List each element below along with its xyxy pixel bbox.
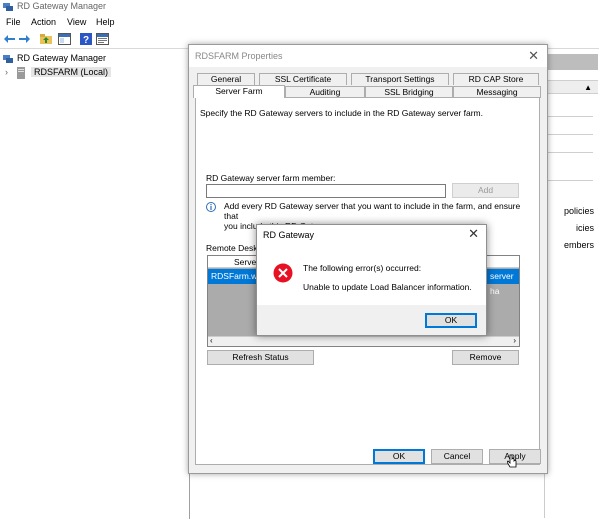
forward-arrow-icon[interactable] (18, 33, 30, 47)
actions-divider (547, 180, 593, 181)
actions-divider (547, 116, 593, 117)
remove-button[interactable]: Remove (452, 350, 519, 365)
folder-up-icon[interactable] (40, 33, 53, 47)
tree-root-label: RD Gateway Manager (17, 53, 107, 63)
scroll-right-icon[interactable]: › (513, 336, 516, 345)
error-dialog: RD Gateway ✕ The following error(s) occu… (256, 224, 487, 336)
row-status: server ha (490, 271, 514, 296)
menu-bar: File Action View Help (0, 15, 599, 30)
actions-item-policies[interactable]: policies (564, 206, 594, 216)
cancel-button[interactable]: Cancel (431, 449, 483, 464)
menu-view[interactable]: View (67, 17, 86, 27)
tab-server-farm[interactable]: Server Farm (193, 85, 285, 98)
window-title: RD Gateway Manager (17, 1, 107, 11)
refresh-status-button[interactable]: Refresh Status (207, 350, 314, 365)
tab-ssl-certificate[interactable]: SSL Certificate (259, 73, 347, 85)
actions-divider (547, 134, 593, 135)
close-icon[interactable]: ✕ (528, 48, 539, 64)
add-button[interactable]: Add (452, 183, 519, 198)
actions-pane: ▲ policies icies embers (544, 54, 598, 518)
menu-file[interactable]: File (6, 17, 21, 27)
server-farm-description: Specify the RD Gateway servers to includ… (200, 108, 483, 118)
actions-subheader: ▲ (545, 80, 598, 94)
farm-member-input[interactable] (206, 184, 446, 198)
help-icon[interactable]: ? (80, 33, 92, 47)
menu-action[interactable]: Action (31, 17, 56, 27)
expand-chevron-icon[interactable]: › (5, 67, 8, 77)
actions-header (545, 54, 598, 70)
svg-text:?: ? (83, 35, 89, 45)
error-message-heading: The following error(s) occurred: (303, 263, 422, 273)
collapse-arrow-icon[interactable]: ▲ (584, 83, 592, 92)
main-title-bar: RD Gateway Manager (0, 0, 599, 14)
properties-icon[interactable] (96, 33, 109, 47)
tree-child-label: RDSFARM (Local) (31, 67, 112, 77)
back-arrow-icon[interactable] (4, 33, 16, 47)
error-body: The following error(s) occurred: Unable … (257, 245, 486, 305)
tab-rd-cap-store[interactable]: RD CAP Store (453, 73, 539, 85)
scroll-left-icon[interactable]: ‹ (210, 336, 213, 345)
tab-general[interactable]: General (197, 73, 255, 85)
info-text-line1: Add every RD Gateway server that you wan… (224, 201, 521, 221)
close-icon[interactable]: ✕ (468, 226, 479, 242)
mouse-cursor-icon (506, 454, 517, 470)
console-tree: RD Gateway Manager › RDSFARM (Local) (0, 51, 190, 519)
properties-title-bar: RDSFARM Properties ✕ (189, 45, 547, 67)
actions-item-policies-2[interactable]: icies (576, 223, 594, 233)
tab-transport-settings[interactable]: Transport Settings (351, 73, 449, 85)
tree-node-rdsfarm[interactable]: › RDSFARM (Local) (3, 67, 183, 79)
error-ok-button[interactable]: OK (425, 313, 477, 328)
actions-divider (547, 152, 593, 153)
menu-help[interactable]: Help (96, 17, 115, 27)
server-icon (16, 67, 26, 81)
rd-gateway-app-icon (3, 2, 13, 11)
rd-gateway-manager-icon (3, 54, 14, 66)
error-message-detail: Unable to update Load Balancer informati… (303, 282, 472, 292)
actions-item-members[interactable]: embers (564, 240, 594, 250)
error-icon (273, 263, 293, 285)
error-title: RD Gateway (263, 230, 315, 240)
farm-member-label: RD Gateway server farm member: (206, 173, 336, 183)
error-title-bar: RD Gateway ✕ (257, 225, 486, 245)
ok-button[interactable]: OK (373, 449, 425, 464)
console-tree-icon[interactable] (58, 33, 71, 47)
info-icon (206, 202, 216, 212)
horizontal-scrollbar[interactable]: ‹ › (208, 336, 519, 346)
properties-title: RDSFARM Properties (195, 51, 283, 61)
